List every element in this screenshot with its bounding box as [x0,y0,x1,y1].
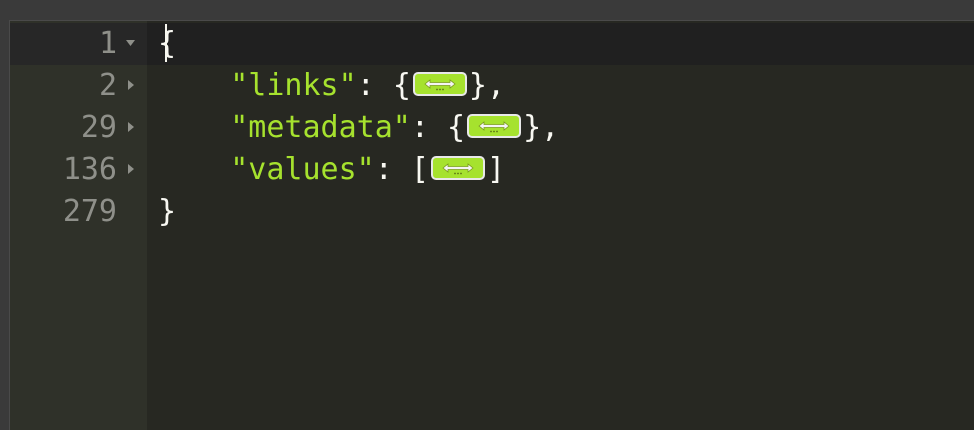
json-key: "metadata" [230,110,411,145]
trailing-comma: , [486,68,505,103]
line-number: 279 [62,194,117,229]
fold-open-icon[interactable] [124,23,138,65]
folded-content-widget[interactable] [430,155,485,180]
colon-separator: : [356,68,393,103]
code-text[interactable]: "values": [] [158,149,505,191]
folded-content-widget[interactable] [412,71,467,96]
open-bracket: { [158,26,177,61]
open-bracket: { [447,110,466,145]
close-bracket: ] [486,152,505,187]
fold-closed-icon[interactable] [124,107,138,149]
colon-separator: : [410,110,447,145]
close-bracket: } [523,110,542,145]
code-line: 279} [10,191,974,233]
code-editor[interactable]: 1{2 "links": {}, 29 "metadata": {}, 136 "v… [9,20,974,430]
line-number: 29 [80,110,117,145]
window-frame: 1{2 "links": {}, 29 "metadata": {}, 136 "v… [0,0,974,430]
close-bracket: } [468,68,487,103]
trailing-comma: , [541,110,560,145]
fold-closed-icon[interactable] [124,149,138,191]
code-line: 29 "metadata": {}, [10,107,974,149]
text-cursor [165,24,167,62]
code-text[interactable]: { [158,23,176,65]
line-number: 136 [62,152,117,187]
json-key: "links" [230,68,357,103]
line-number: 1 [98,26,117,61]
code-line: 2 "links": {}, [10,65,974,107]
code-text[interactable]: "links": {}, [158,65,505,107]
open-bracket: [ [410,152,429,187]
code-line: 1{ [10,23,974,65]
code-text[interactable]: } [158,191,176,233]
line-number: 2 [98,68,117,103]
code-text[interactable]: "metadata": {}, [158,107,559,149]
fold-closed-icon[interactable] [124,65,138,107]
code-line: 136 "values": [] [10,149,974,191]
open-bracket: } [158,194,177,229]
json-key: "values" [230,152,375,187]
colon-separator: : [374,152,411,187]
folded-content-widget[interactable] [467,113,522,138]
open-bracket: { [392,68,411,103]
